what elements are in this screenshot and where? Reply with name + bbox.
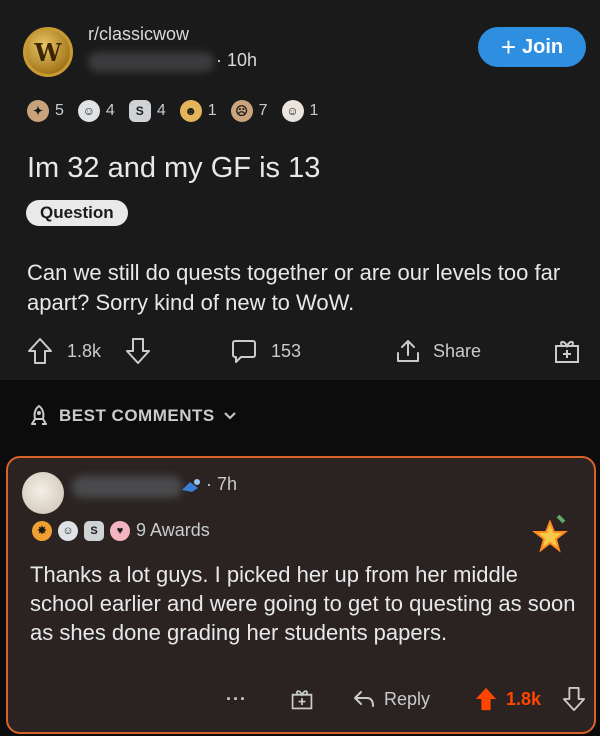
blurred-username: [72, 476, 182, 498]
avatar[interactable]: [22, 472, 64, 514]
gift-award-icon: [291, 690, 313, 710]
facepalm-award-icon: ☹: [230, 100, 253, 122]
upvote-arrow-icon: [28, 338, 52, 364]
awards-count: 9 Awards: [136, 520, 210, 540]
share-label: Share: [433, 340, 482, 361]
award-item: ☻ 1: [179, 100, 217, 122]
post-awards[interactable]: ✦ 5 ☺ 4 S 4 ☻ 1 ☹ 7 ☺ 1: [27, 100, 332, 122]
downvote-arrow-icon: [126, 338, 150, 364]
silver-award-icon: S: [84, 520, 104, 541]
post-score: 1.8k: [67, 340, 102, 361]
award-item: S 4: [128, 100, 166, 122]
give-award-button[interactable]: [290, 682, 314, 716]
more-options-button[interactable]: ···: [226, 682, 247, 716]
share-icon: [397, 340, 419, 362]
comment-awards[interactable]: ✸ ☺ S ♥ 9 Awards: [32, 520, 210, 541]
post-time: · 10h: [216, 50, 258, 70]
user-flair-icon: [182, 479, 200, 492]
sort-label: BEST COMMENTS: [59, 406, 215, 425]
blurred-username: [88, 52, 214, 72]
plus-icon: +: [500, 32, 517, 62]
sort-comments-dropdown[interactable]: BEST COMMENTS: [27, 404, 237, 428]
award-item: ☹ 7: [230, 100, 268, 122]
join-button[interactable]: + Join: [478, 27, 586, 67]
award-item: ☺ 1: [281, 100, 318, 122]
gold-face-award-icon: ☻: [179, 100, 202, 122]
award-item: ✦ 5: [27, 100, 64, 122]
heart-award-icon: ♥: [110, 520, 130, 541]
silver-award-icon: S: [128, 100, 151, 122]
join-label: Join: [522, 35, 564, 58]
post-action-bar: 1.8k 153 Share: [27, 334, 587, 368]
gift-award-icon: [555, 340, 579, 363]
comment-body: Thanks a lot guys. I picked her up from …: [30, 562, 576, 645]
comment-action-bar: ··· Reply 1.8k: [8, 682, 594, 716]
chevron-down-icon: [224, 412, 236, 420]
post-title[interactable]: Im 32 and my GF is 13: [27, 152, 320, 185]
comment-count: 153: [271, 340, 302, 361]
comment-time: · 7h: [206, 474, 238, 494]
reply-button[interactable]: Reply: [352, 682, 430, 716]
share-button[interactable]: Share: [395, 334, 481, 368]
downvote-button[interactable]: [125, 334, 151, 368]
award-item: ☺ 4: [77, 100, 115, 122]
give-award-button[interactable]: [553, 334, 581, 368]
subreddit-name[interactable]: r/classicwow: [88, 24, 189, 45]
reply-label: Reply: [384, 688, 431, 709]
wholesome-award-icon: ☺: [58, 520, 78, 541]
rocket-sort-icon: [31, 405, 47, 425]
top-comment: · 7h ✸ ☺ S ♥ 9 Awards Thanks a lot guys.…: [6, 456, 596, 734]
wholesome-award-icon: ☺: [77, 100, 100, 122]
upvote-button[interactable]: [474, 682, 498, 716]
glowing-star-award-icon: [532, 514, 568, 553]
post-card: W r/classicwow · 10h + Join ✦ 5 ☺ 4 S 4 …: [0, 0, 600, 380]
post-body: Can we still do quests together or are o…: [27, 260, 561, 315]
comment-score: 1.8k: [506, 688, 542, 709]
rocket-like-award-icon: ✦: [27, 100, 49, 122]
downvote-button[interactable]: [562, 682, 586, 716]
post-flair[interactable]: Question: [26, 200, 128, 226]
star-burst-award-icon: ✸: [32, 520, 52, 541]
flex-award-icon: ☺: [281, 100, 304, 122]
upvote-button[interactable]: [27, 334, 53, 368]
comment-bubble-icon: [232, 340, 256, 363]
reply-arrow-icon: [354, 691, 374, 707]
subreddit-icon[interactable]: W: [23, 27, 73, 77]
downvote-arrow-icon: [562, 687, 586, 711]
upvote-arrow-filled-icon: [475, 687, 497, 711]
comments-button[interactable]: 153: [231, 334, 301, 368]
